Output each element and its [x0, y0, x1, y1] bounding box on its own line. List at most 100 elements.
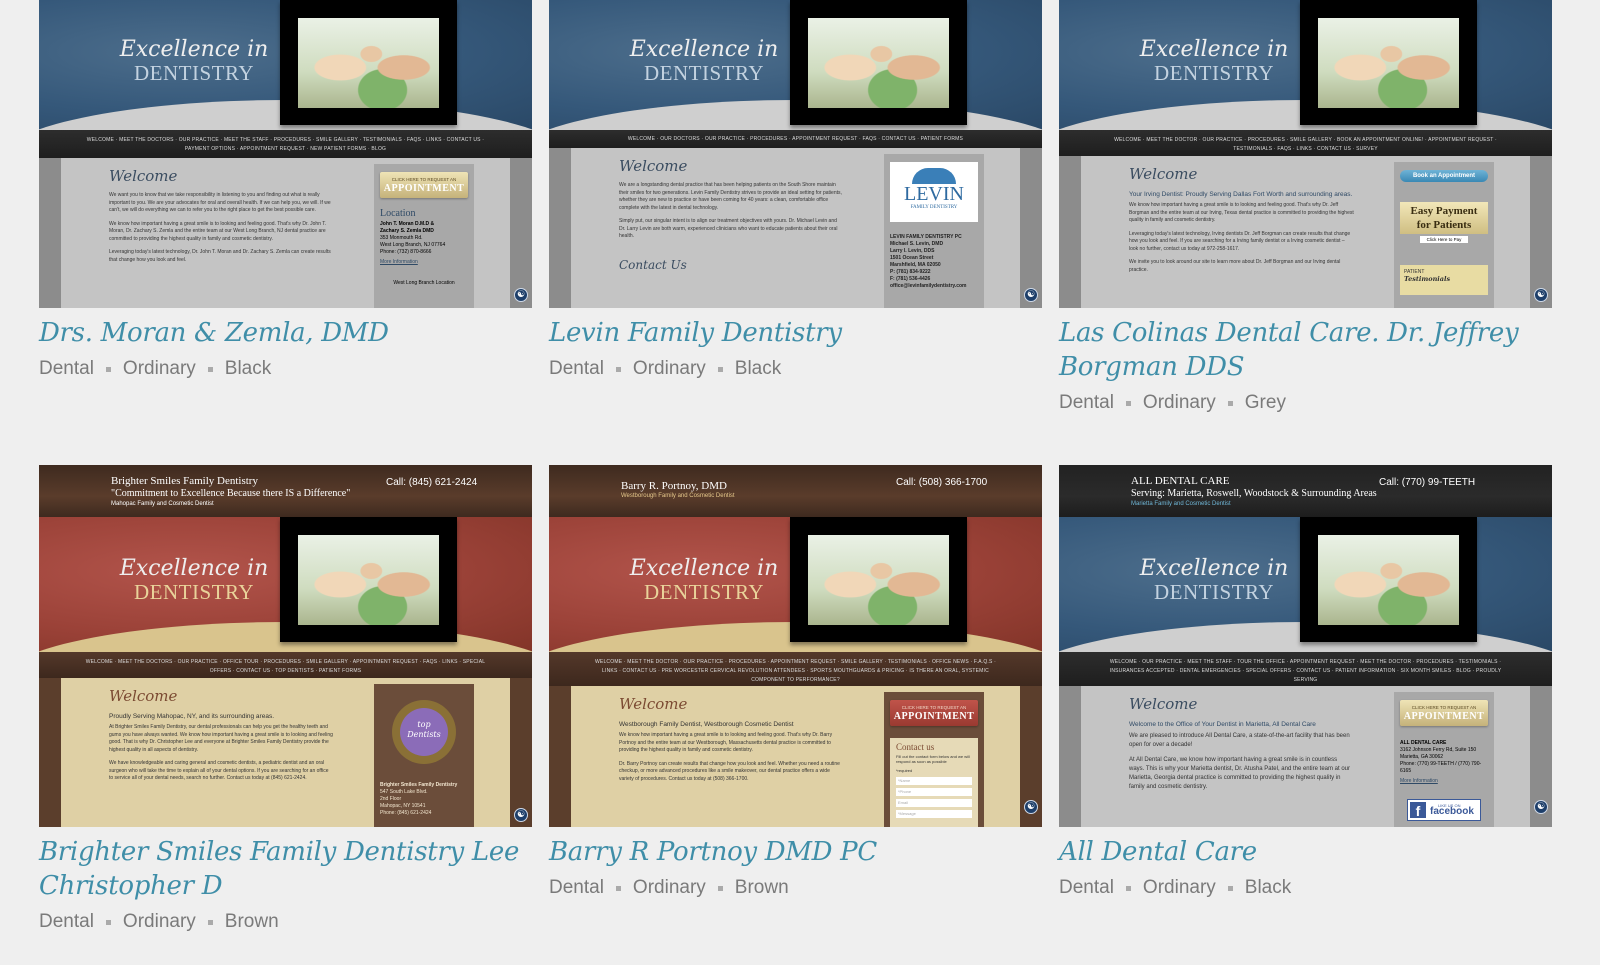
card-title[interactable]: All Dental Care — [1059, 835, 1552, 869]
body-text: At Brighter Smiles Family Dentistry, our… — [109, 724, 333, 753]
site-subtitle: Marietta Family and Cosmetic Dentist — [1131, 501, 1231, 507]
tag-category[interactable]: Dental — [39, 358, 94, 380]
practice-info: ALL DENTAL CARE 3162 Johnson Ferry Rd, S… — [1400, 740, 1482, 784]
tag-color[interactable]: Brown — [225, 911, 279, 933]
tag-category[interactable]: Dental — [1059, 877, 1114, 899]
accessibility-icon[interactable]: ☯ — [1534, 288, 1548, 302]
family-photo — [298, 535, 439, 625]
tag-color[interactable]: Black — [225, 358, 271, 380]
email-field: Email — [896, 799, 972, 807]
site-subtitle: Westborough Family and Cosmetic Dentist — [621, 493, 735, 499]
card-tags: Dental Ordinary Brown — [39, 911, 532, 933]
tag-color[interactable]: Black — [735, 358, 781, 380]
tag-separator — [1125, 400, 1131, 406]
tag-type[interactable]: Ordinary — [1143, 392, 1216, 414]
preview-sidebar: CLICK HERE TO REQUEST AN APPOINTMENT Loca… — [374, 164, 474, 308]
portfolio-card: Barry R. Portnoy, DMD Westborough Family… — [549, 465, 1042, 899]
card-title[interactable]: Las Colinas Dental Care. Dr. Jeffrey Bor… — [1059, 316, 1552, 384]
body-text: At All Dental Care, we know how importan… — [1129, 757, 1350, 790]
preview-nav: WELCOME · MEET THE DOCTOR · OUR PRACTICE… — [549, 652, 1042, 686]
accessibility-icon[interactable]: ☯ — [514, 288, 528, 302]
preview-hero: Excellence in DENTISTRY — [39, 517, 532, 652]
site-preview-thumbnail[interactable]: Barry R. Portnoy, DMD Westborough Family… — [549, 465, 1042, 827]
site-name: ALL DENTAL CARE — [1131, 475, 1230, 487]
book-appointment-button: Book an Appointment — [1400, 170, 1488, 182]
photo-frame — [1300, 517, 1477, 642]
tag-type[interactable]: Ordinary — [633, 877, 706, 899]
lead-text: Proudly Serving Mahopac, NY, and its sur… — [109, 713, 275, 720]
body-text: We are a longstanding dental practice th… — [619, 182, 842, 211]
preview-hero: Excellence in DENTISTRY — [1059, 0, 1552, 130]
family-photo — [808, 18, 949, 108]
card-tags: Dental Ordinary Brown — [549, 877, 1042, 899]
preview-nav: WELCOME · OUR DOCTORS · OUR PRACTICE · P… — [549, 130, 1042, 148]
preview-sidebar: LEVIN FAMILY DENTISTRY LEVIN FAMILY DENT… — [884, 154, 984, 308]
contact-heading: Contact Us — [619, 257, 687, 272]
hero-slogan-dentistry: DENTISTRY — [134, 61, 254, 85]
tag-category[interactable]: Dental — [549, 358, 604, 380]
accessibility-icon[interactable]: ☯ — [1534, 800, 1548, 814]
lead-text: Welcome to the Office of Your Dentist in… — [1129, 721, 1316, 728]
lead-text: Westborough Family Dentist, Westborough … — [619, 721, 794, 728]
tag-type[interactable]: Ordinary — [123, 911, 196, 933]
site-preview-thumbnail[interactable]: Brighter Smiles Family Dentistry "Commit… — [39, 465, 532, 827]
card-title[interactable]: Drs. Moran & Zemla, DMD — [39, 316, 532, 350]
photo-frame — [790, 517, 967, 642]
tag-category[interactable]: Dental — [549, 877, 604, 899]
tag-separator — [207, 366, 213, 372]
body-text: Simply put, our singular intent is to al… — [619, 218, 838, 239]
tag-type[interactable]: Ordinary — [1143, 877, 1216, 899]
family-photo — [298, 18, 439, 108]
card-title[interactable]: Brighter Smiles Family Dentistry Lee Chr… — [39, 835, 532, 903]
hero-slogan: Excellence in — [629, 37, 779, 62]
portfolio-card: Excellence in DENTISTRY WELCOME · MEET T… — [39, 0, 532, 380]
card-title[interactable]: Levin Family Dentistry — [549, 316, 1042, 350]
tag-separator — [105, 919, 111, 925]
site-preview-thumbnail[interactable]: ALL DENTAL CARE Serving: Marietta, Roswe… — [1059, 465, 1552, 827]
photo-frame — [1300, 0, 1477, 125]
preview-nav: WELCOME · OUR PRACTICE · MEET THE STAFF … — [1059, 652, 1552, 686]
tag-separator — [105, 366, 111, 372]
hero-slogan: Excellence in — [1139, 37, 1289, 62]
portfolio-grid: Excellence in DENTISTRY WELCOME · MEET T… — [0, 0, 1600, 965]
preview-topbar: Barry R. Portnoy, DMD Westborough Family… — [549, 465, 1042, 517]
tag-type[interactable]: Ordinary — [123, 358, 196, 380]
body-text: We know how important having a great smi… — [109, 220, 327, 242]
tag-color[interactable]: Brown — [735, 877, 789, 899]
tag-category[interactable]: Dental — [1059, 392, 1114, 414]
tag-color[interactable]: Black — [1245, 877, 1291, 899]
site-preview-thumbnail[interactable]: Excellence in DENTISTRY WELCOME · MEET T… — [1059, 0, 1552, 308]
preview-hero: Excellence in DENTISTRY — [1059, 517, 1552, 652]
site-preview-thumbnail[interactable]: Excellence in DENTISTRY WELCOME · OUR DO… — [549, 0, 1042, 308]
tag-color[interactable]: Grey — [1245, 392, 1286, 414]
body-text: We want you to know that we take respons… — [109, 192, 331, 213]
preview-hero: Excellence in DENTISTRY — [549, 0, 1042, 130]
facebook-button: f LIKE US ON facebook — [1407, 799, 1481, 821]
card-title[interactable]: Barry R Portnoy DMD PC — [549, 835, 1042, 869]
site-tagline: Serving: Marietta, Roswell, Woodstock & … — [1131, 488, 1377, 499]
practice-info: Brighter Smiles Family Dentistry 547 Sou… — [380, 782, 458, 816]
tag-category[interactable]: Dental — [39, 911, 94, 933]
appointment-button: CLICK HERE TO REQUEST AN APPOINTMENT — [1400, 700, 1488, 726]
portfolio-card: Excellence in DENTISTRY WELCOME · OUR DO… — [549, 0, 1042, 380]
site-name: Brighter Smiles Family Dentistry — [111, 475, 258, 487]
call-number: Call: (508) 366-1700 — [896, 477, 988, 488]
accessibility-icon[interactable]: ☯ — [514, 808, 528, 822]
body-text: We know how important having a great smi… — [619, 732, 833, 753]
card-tags: Dental Ordinary Black — [549, 358, 1042, 380]
body-text: We know how important having a great smi… — [1129, 202, 1354, 223]
preview-content: Welcome We want you to know that we take… — [39, 158, 532, 308]
call-number: Call: (845) 621-2424 — [386, 477, 478, 488]
accessibility-icon[interactable]: ☯ — [1024, 288, 1038, 302]
accessibility-icon[interactable]: ☯ — [1024, 800, 1038, 814]
preview-sidebar: top Dentists Brighter Smiles Family Dent… — [374, 684, 474, 827]
site-preview-thumbnail[interactable]: Excellence in DENTISTRY WELCOME · MEET T… — [39, 0, 532, 308]
levin-logo: LEVIN FAMILY DENTISTRY — [890, 162, 978, 222]
tag-type[interactable]: Ordinary — [633, 358, 706, 380]
lead-text: Your Irving Dentist: Proudly Serving Dal… — [1129, 191, 1353, 198]
tag-separator — [207, 919, 213, 925]
welcome-heading: Welcome — [109, 167, 178, 185]
preview-nav: WELCOME · MEET THE DOCTORS · OUR PRACTIC… — [39, 130, 532, 158]
site-subtitle: Mahopac Family and Cosmetic Dentist — [111, 501, 214, 507]
family-photo — [1318, 535, 1459, 625]
